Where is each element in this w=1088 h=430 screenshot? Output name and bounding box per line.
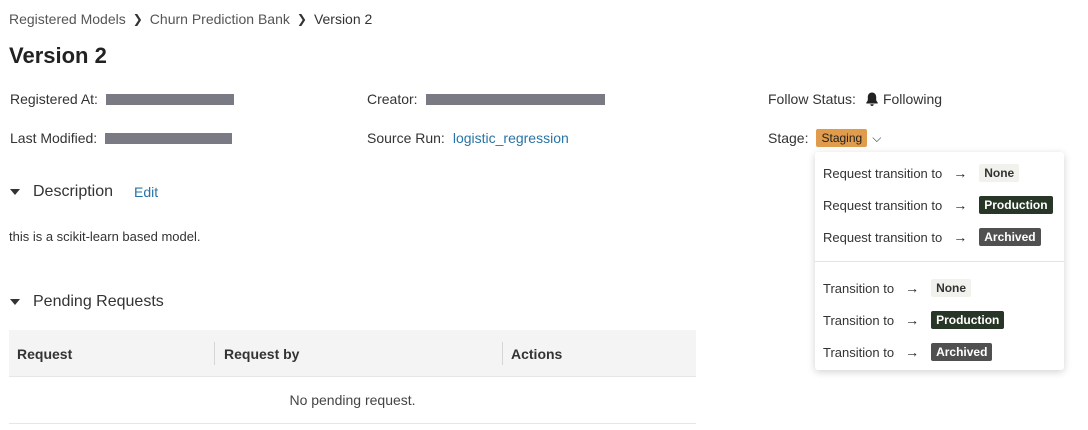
arrow-right-icon: → [905, 344, 920, 360]
menu-item-request-archived[interactable]: Request transition to → Archived [823, 228, 1041, 246]
arrow-right-icon: → [953, 165, 968, 181]
registered-at-redacted [105, 93, 234, 105]
menu-item-label: Request transition to [823, 197, 943, 213]
breadcrumb-registered-models[interactable]: Registered Models [9, 11, 126, 27]
source-run-link[interactable]: logistic_regression [453, 130, 569, 146]
table-header: Request Request by Actions [9, 330, 696, 377]
arrow-right-icon: → [953, 197, 968, 213]
caret-down-icon [10, 299, 20, 305]
follow-status-value: Following [882, 91, 943, 107]
stage-tag-production: Production [979, 196, 1053, 214]
chevron-right-icon: ❯ [132, 12, 143, 26]
stage-tag-archived: Archived [979, 228, 1041, 246]
arrow-right-icon: → [953, 229, 968, 245]
pending-requests-section-header[interactable]: Pending Requests [10, 293, 164, 311]
follow-status: Follow Status: Following [768, 91, 942, 107]
menu-item-request-none[interactable]: Request transition to → None [823, 164, 1020, 182]
stage-tag-none: None [979, 164, 1020, 182]
source-run-label: Source Run: [367, 130, 445, 146]
edit-description-link[interactable]: Edit [134, 184, 158, 200]
column-header-actions: Actions [511, 345, 563, 362]
arrow-right-icon: → [905, 280, 920, 296]
arrow-right-icon: → [905, 312, 920, 328]
menu-item-label: Request transition to [823, 229, 943, 245]
empty-table-message: No pending request. [9, 377, 696, 424]
menu-divider [815, 261, 1064, 262]
stage-tag-none: None [931, 279, 972, 297]
follow-toggle[interactable]: Following [864, 91, 942, 107]
pending-requests-table: Request Request by Actions No pending re… [9, 330, 696, 424]
chevron-right-icon: ❯ [296, 12, 307, 26]
caret-down-icon [10, 189, 20, 195]
description-heading: Description [33, 183, 114, 200]
breadcrumb-model[interactable]: Churn Prediction Bank [150, 11, 290, 27]
creator-redacted [425, 93, 605, 105]
breadcrumb-current: Version 2 [313, 11, 373, 27]
column-header-request: Request [17, 345, 73, 362]
stage-label: Stage: [768, 130, 809, 146]
menu-item-label: Transition to [823, 344, 895, 360]
column-header-request-by: Request by [224, 345, 300, 362]
last-modified: Last Modified: [10, 130, 233, 146]
stage-tag-archived: Archived [931, 343, 993, 361]
stage-dropdown-toggle[interactable]: Staging ⌵ [816, 129, 881, 147]
stage: Stage: Staging ⌵ [768, 129, 881, 147]
breadcrumb: Registered Models ❯ Churn Prediction Ban… [9, 11, 372, 27]
creator: Creator: [367, 91, 605, 107]
chevron-down-icon: ⌵ [872, 130, 882, 145]
stage-transition-menu: Request transition to → None Request tra… [815, 152, 1064, 370]
bell-icon [866, 92, 878, 106]
pending-requests-heading: Pending Requests [33, 293, 164, 310]
registered-at-label: Registered At: [10, 91, 98, 107]
column-divider [502, 342, 503, 365]
menu-item-label: Request transition to [823, 165, 943, 181]
menu-item-transition-production[interactable]: Transition to → Production [823, 311, 1005, 329]
column-divider [214, 342, 215, 365]
page-title: Version 2 [9, 43, 107, 68]
follow-status-label: Follow Status: [768, 91, 856, 107]
stage-badge: Staging [816, 129, 868, 147]
menu-item-request-production[interactable]: Request transition to → Production [823, 196, 1053, 214]
source-run: Source Run: logistic_regression [367, 130, 569, 146]
description-section-header[interactable]: Description Edit [10, 183, 158, 201]
registered-at: Registered At: [10, 91, 234, 107]
menu-item-label: Transition to [823, 312, 895, 328]
creator-label: Creator: [367, 91, 418, 107]
last-modified-label: Last Modified: [10, 130, 98, 146]
menu-item-transition-archived[interactable]: Transition to → Archived [823, 343, 993, 361]
last-modified-redacted [105, 132, 233, 144]
menu-item-transition-none[interactable]: Transition to → None [823, 279, 972, 297]
stage-tag-production: Production [931, 311, 1005, 329]
description-text: this is a scikit-learn based model. [9, 229, 201, 244]
menu-item-label: Transition to [823, 280, 895, 296]
